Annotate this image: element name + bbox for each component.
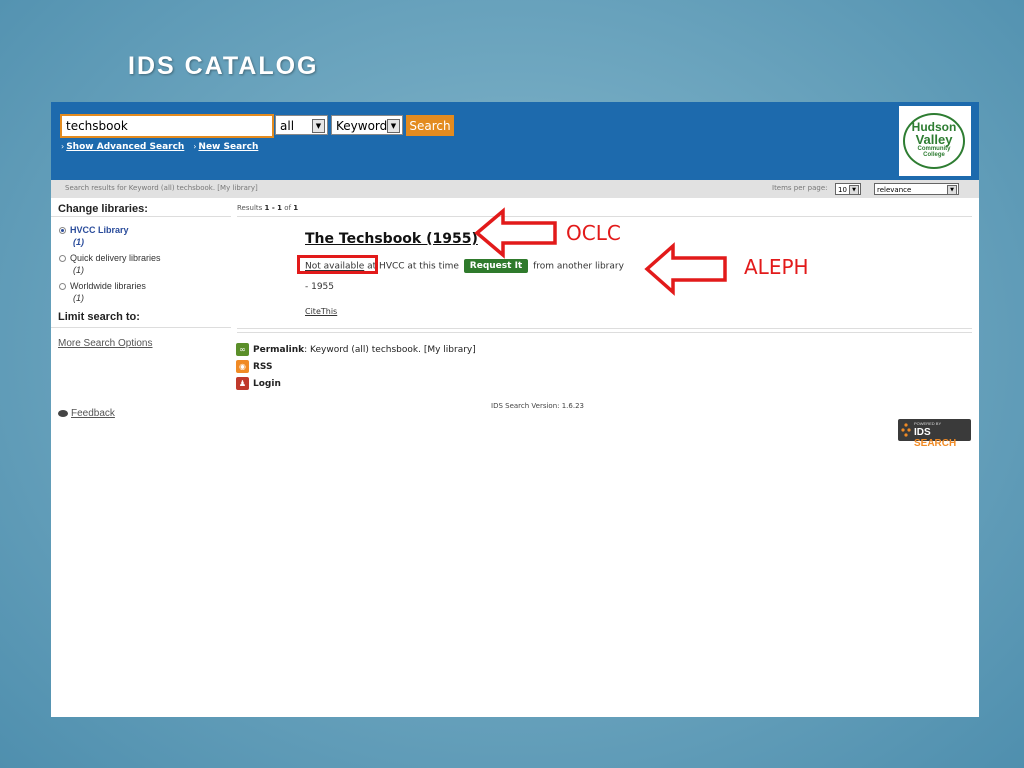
limit-search-heading: Limit search to:: [58, 311, 140, 323]
permalink-row: ∞ Permalink: Keyword (all) techsbook. [My…: [236, 343, 476, 356]
library-count: (1): [73, 265, 84, 275]
header-links: › Show Advanced Search › New Search: [61, 142, 264, 152]
results-info-bar: Search results for Keyword (all) techsbo…: [51, 180, 979, 198]
login-link[interactable]: Login: [253, 379, 281, 389]
chevron-right-icon: ›: [193, 142, 197, 151]
search-header: all ▼ Keyword ▼ Search ›Show Advanced Se…: [51, 102, 979, 180]
results-divider: [237, 216, 972, 217]
rss-row: ◉ RSS: [236, 360, 273, 373]
scope-select-value: all: [280, 119, 295, 133]
results-of: of: [284, 204, 292, 212]
results-divider: [237, 328, 972, 329]
cite-this-link[interactable]: CiteThis: [305, 307, 337, 316]
ids-logo-icon: [901, 423, 911, 437]
more-search-options-link[interactable]: More Search Options: [58, 338, 153, 349]
results-count: Results 1 - 1 of 1: [237, 204, 298, 212]
results-prefix: Results: [237, 204, 263, 212]
library-option-hvcc[interactable]: HVCC Library: [59, 225, 129, 235]
scope-select[interactable]: all ▼: [275, 115, 328, 135]
rss-icon: ◉: [236, 360, 249, 373]
new-search-link[interactable]: New Search: [198, 142, 258, 152]
rss-link[interactable]: RSS: [253, 362, 273, 372]
login-row: ♟ Login: [236, 377, 281, 390]
logo-line-2: Valley: [915, 132, 953, 147]
items-per-page-select[interactable]: 10 ▼: [835, 183, 861, 195]
sort-value: relevance: [877, 186, 912, 194]
items-per-page-value: 10: [838, 186, 847, 194]
aleph-arrow-icon: [644, 242, 727, 296]
library-option-quick-delivery[interactable]: Quick delivery libraries: [59, 253, 161, 263]
radio-icon: [59, 255, 66, 263]
badge-title: IDS SEARCH: [914, 427, 971, 449]
search-summary-text: Search results for Keyword (all) techsbo…: [65, 184, 216, 192]
radio-selected-icon: [59, 227, 66, 235]
sidebar-divider: [51, 327, 231, 328]
college-logo[interactable]: Hudson Valley Community College: [899, 106, 971, 176]
logo-line-4: College: [923, 152, 945, 158]
library-count: (1): [73, 237, 84, 247]
radio-icon: [59, 283, 66, 291]
result-title-link[interactable]: The Techsbook (1955): [305, 231, 478, 247]
availability-source: from another library: [533, 261, 624, 272]
badge-search: SEARCH: [914, 438, 957, 449]
items-per-page-label: Items per page:: [772, 184, 828, 192]
version-text: IDS Search Version: 1.6.23: [491, 402, 584, 410]
library-option-label: HVCC Library: [70, 225, 129, 235]
catalog-screenshot: all ▼ Keyword ▼ Search ›Show Advanced Se…: [51, 102, 979, 717]
sort-select[interactable]: relevance ▼: [874, 183, 959, 195]
library-count: (1): [73, 293, 84, 303]
availability-location: at HVCC at this time: [367, 261, 459, 272]
chevron-down-icon: ▼: [387, 119, 400, 133]
search-button[interactable]: Search: [406, 115, 454, 136]
oclc-arrow-icon: [474, 207, 557, 259]
aleph-annotation: ALEPH: [744, 255, 809, 279]
slide-title: IDS CATALOG: [128, 52, 319, 80]
library-option-worldwide[interactable]: Worldwide libraries: [59, 281, 146, 291]
library-option-label: Quick delivery libraries: [70, 253, 161, 263]
chevron-down-icon: ▼: [312, 119, 325, 133]
request-it-button[interactable]: Request It: [463, 259, 529, 273]
feedback-link[interactable]: Feedback: [71, 408, 115, 419]
login-icon: ♟: [236, 377, 249, 390]
sidebar-divider: [51, 216, 231, 217]
chevron-down-icon: ▼: [947, 185, 957, 195]
oclc-annotation: OCLC: [566, 221, 621, 245]
badge-ids: IDS: [914, 427, 931, 438]
search-type-select[interactable]: Keyword ▼: [331, 115, 403, 135]
library-option-label: Worldwide libraries: [70, 281, 146, 291]
permalink-link[interactable]: Permalink: [253, 345, 304, 355]
permalink-icon: ∞: [236, 343, 249, 356]
my-library-link[interactable]: [My library]: [217, 184, 257, 192]
change-libraries-heading: Change libraries:: [58, 203, 148, 215]
results-total: 1: [293, 204, 299, 212]
permalink-text: : Keyword (all) techsbook. [My library]: [304, 345, 476, 355]
results-range: 1 - 1: [264, 204, 283, 212]
badge-powered-by: POWERED BY: [914, 421, 942, 426]
search-type-value: Keyword: [336, 119, 388, 133]
search-summary: Search results for Keyword (all) techsbo…: [65, 184, 258, 192]
chevron-right-icon: ›: [61, 142, 65, 151]
results-divider: [237, 332, 972, 333]
advanced-search-link[interactable]: Show Advanced Search: [66, 142, 184, 152]
search-input[interactable]: [60, 114, 274, 138]
speech-bubble-icon: [58, 409, 68, 417]
result-year: - 1955: [305, 282, 335, 292]
logo-seal: Hudson Valley Community College: [903, 113, 965, 169]
not-available-highlight-box: [297, 255, 378, 274]
chevron-down-icon: ▼: [849, 185, 859, 195]
powered-by-ids-badge[interactable]: POWERED BY IDS SEARCH: [898, 419, 971, 449]
feedback-row: Feedback: [58, 408, 115, 419]
